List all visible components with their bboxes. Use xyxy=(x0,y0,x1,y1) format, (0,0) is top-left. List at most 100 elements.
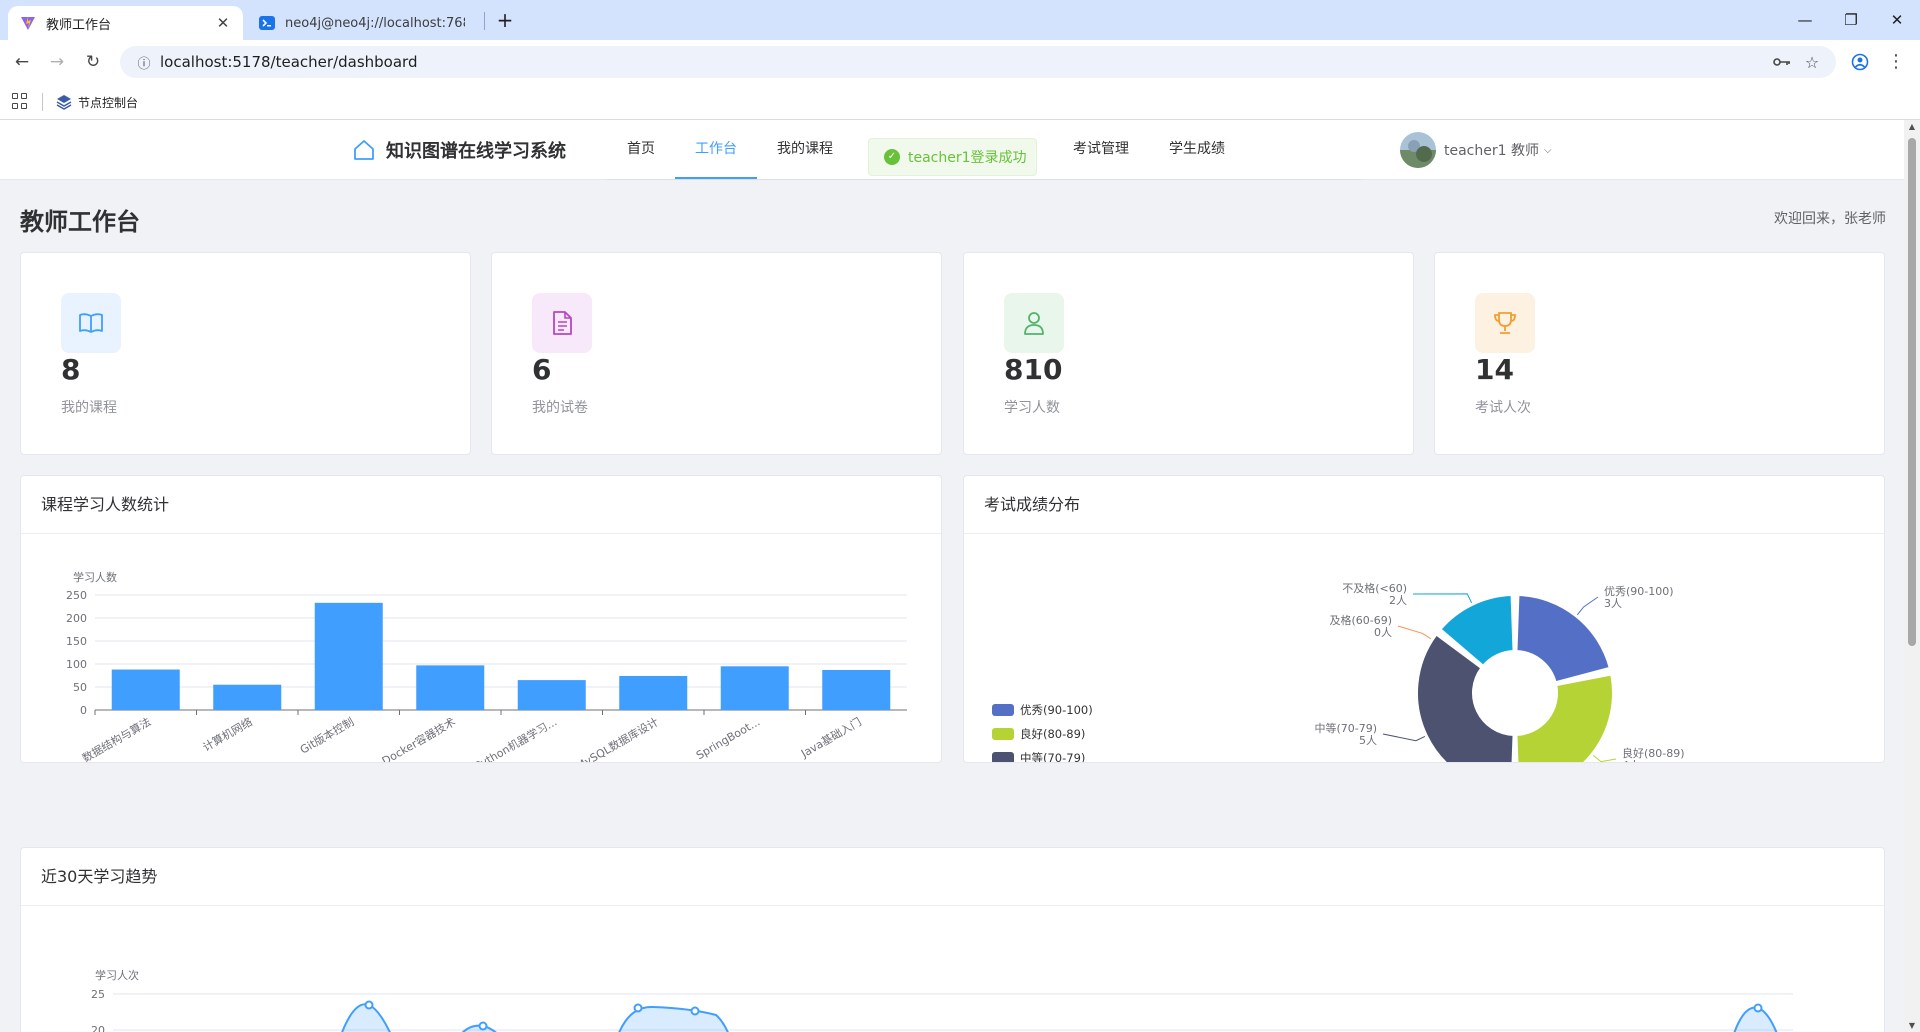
apps-grid-icon[interactable] xyxy=(12,93,28,109)
x-tick-label: Docker容器技术 xyxy=(379,714,457,763)
bookmark-label: 节点控制台 xyxy=(78,95,139,110)
address-bar[interactable]: ⓘ localhost:5178/teacher/dashboard ☆ xyxy=(120,46,1836,78)
legend-label-1: 良好(80-89) xyxy=(1020,727,1085,741)
slice-label-2: 中等(70-79) xyxy=(1314,721,1377,735)
trend-point-3 xyxy=(690,1006,700,1016)
trend-area xyxy=(341,1003,1778,1032)
new-tab-button[interactable]: + xyxy=(492,8,518,34)
reload-icon[interactable]: ↻ xyxy=(81,50,105,74)
y-tick-label: 25 xyxy=(91,988,105,1001)
minimize-icon[interactable]: — xyxy=(1782,0,1828,40)
slice-label-3: 及格(60-69) xyxy=(1329,613,1392,627)
bookmark-separator xyxy=(42,93,43,111)
layers-icon xyxy=(56,95,72,110)
bar-5 xyxy=(619,675,688,710)
brand[interactable]: 知识图谱在线学习系统 xyxy=(352,120,566,180)
bar-0 xyxy=(111,669,180,710)
stat-icon-box xyxy=(61,293,121,353)
menu-item-exam-management[interactable]: 考试管理 xyxy=(1053,120,1149,179)
tab-separator xyxy=(484,12,485,30)
x-tick-label: Java基础入门 xyxy=(798,714,864,760)
tab-title: 教师工作台 xyxy=(46,17,112,33)
bookmark-item[interactable]: 节点控制台 xyxy=(56,91,138,113)
legend-swatch-1 xyxy=(992,728,1014,740)
browser-toolbar: ← → ↻ ⓘ localhost:5178/teacher/dashboard… xyxy=(0,40,1920,84)
stat-value: 14 xyxy=(1475,353,1514,386)
stat-icon-box xyxy=(532,293,592,353)
scroll-down-icon[interactable]: ▼ xyxy=(1904,1021,1920,1030)
stat-value: 8 xyxy=(61,353,81,386)
trend-point-1 xyxy=(478,1021,488,1031)
bookmarks-bar: 节点控制台 xyxy=(0,84,1920,120)
home-icon xyxy=(354,140,374,160)
y-tick-label: 150 xyxy=(66,635,87,648)
back-icon[interactable]: ← xyxy=(10,50,34,74)
x-tick-label: MySQL数据库设计 xyxy=(573,714,660,763)
scrollbar-thumb[interactable] xyxy=(1908,138,1916,646)
bar-6 xyxy=(720,666,789,710)
slice-label-4: 不及格(<60) xyxy=(1342,581,1407,595)
toast-message: teacher1登录成功 xyxy=(908,150,1027,166)
menu-item-home[interactable]: 首页 xyxy=(607,120,675,179)
profile-icon[interactable] xyxy=(1848,50,1872,74)
legend-label-0: 优秀(90-100) xyxy=(1020,703,1093,717)
y-tick-label: 100 xyxy=(66,658,87,671)
menu-item-student-grades[interactable]: 学生成绩 xyxy=(1149,120,1245,179)
avatar xyxy=(1400,132,1436,168)
trend-point-4 xyxy=(1753,1003,1763,1013)
top-navigation: 知识图谱在线学习系统 首页 工作台 我的课程 考试管理 学生成绩 ✓ teach… xyxy=(0,120,1904,180)
leader-line-0 xyxy=(1576,596,1599,616)
browser-tab-inactive[interactable]: neo4j@neo4j://localhost:768 xyxy=(247,6,477,40)
user-icon xyxy=(1024,312,1044,335)
stat-label: 我的课程 xyxy=(61,400,117,416)
close-tab-icon[interactable]: ✕ xyxy=(215,14,231,32)
stat-card-learners: 810 学习人数 xyxy=(963,252,1414,455)
login-success-toast: ✓ teacher1登录成功 xyxy=(868,138,1037,176)
bookmark-star-icon[interactable]: ☆ xyxy=(1800,50,1824,74)
browser-menu-icon[interactable]: ⋮ xyxy=(1884,50,1908,74)
slice-count-3: 0人 xyxy=(1374,626,1392,639)
y-tick-label: 50 xyxy=(73,681,87,694)
password-key-icon[interactable] xyxy=(1770,50,1794,74)
slice-count-0: 3人 xyxy=(1604,597,1622,610)
close-window-icon[interactable]: ✕ xyxy=(1874,0,1920,40)
legend-swatch-2 xyxy=(992,752,1014,762)
panel-title: 近30天学习趋势 xyxy=(21,848,1884,906)
scroll-up-icon[interactable]: ▲ xyxy=(1904,122,1920,131)
stat-label: 学习人数 xyxy=(1004,400,1060,416)
y-axis-label: 学习人数 xyxy=(73,570,117,584)
restore-icon[interactable]: ❐ xyxy=(1828,0,1874,40)
legend-swatch-0 xyxy=(992,704,1014,716)
bar-4 xyxy=(517,680,586,710)
book-icon xyxy=(79,313,103,333)
y-tick-label: 0 xyxy=(80,704,87,717)
site-info-icon[interactable]: ⓘ xyxy=(128,53,160,72)
check-circle-icon: ✓ xyxy=(884,149,900,165)
browser-tab-bar: 教师工作台 ✕ neo4j@neo4j://localhost:768 + — … xyxy=(0,0,1920,40)
welcome-text: 欢迎回来，张老师 xyxy=(1774,211,1886,227)
x-tick-label: 数据结构与算法 xyxy=(80,714,154,763)
user-dropdown[interactable]: teacher1 教师 ⌵ xyxy=(1400,132,1552,168)
page-title: 教师工作台 xyxy=(20,208,140,236)
vite-icon xyxy=(21,17,35,30)
stat-card-courses: 8 我的课程 xyxy=(20,252,471,455)
x-tick-label: Git版本控制 xyxy=(297,714,356,756)
trend-point-2 xyxy=(633,1003,643,1013)
terminal-icon xyxy=(259,16,275,30)
forward-icon[interactable]: → xyxy=(45,50,69,74)
page-scrollbar[interactable]: ▲ ▼ xyxy=(1904,120,1920,1032)
panel-title: 考试成绩分布 xyxy=(964,476,1884,534)
bar-2 xyxy=(314,602,383,710)
trend-point-0 xyxy=(364,1000,374,1010)
menu-item-workbench[interactable]: 工作台 xyxy=(675,120,757,179)
x-tick-label: Python机器学习... xyxy=(472,714,559,763)
legend-label-2: 中等(70-79) xyxy=(1020,751,1085,763)
stat-value: 810 xyxy=(1004,353,1063,386)
leader-line-3 xyxy=(1397,625,1432,640)
browser-tab-active[interactable]: 教师工作台 ✕ xyxy=(8,6,243,40)
bar-1 xyxy=(213,684,282,710)
menu-item-my-courses[interactable]: 我的课程 xyxy=(757,120,853,179)
bar-7 xyxy=(822,669,891,710)
url-text: localhost:5178/teacher/dashboard xyxy=(160,53,418,71)
course-learners-panel: 学习人数 0 50 100 150 200 250 数据结构与算法 计算机网络 Git版本控制 Do… xyxy=(20,475,942,763)
